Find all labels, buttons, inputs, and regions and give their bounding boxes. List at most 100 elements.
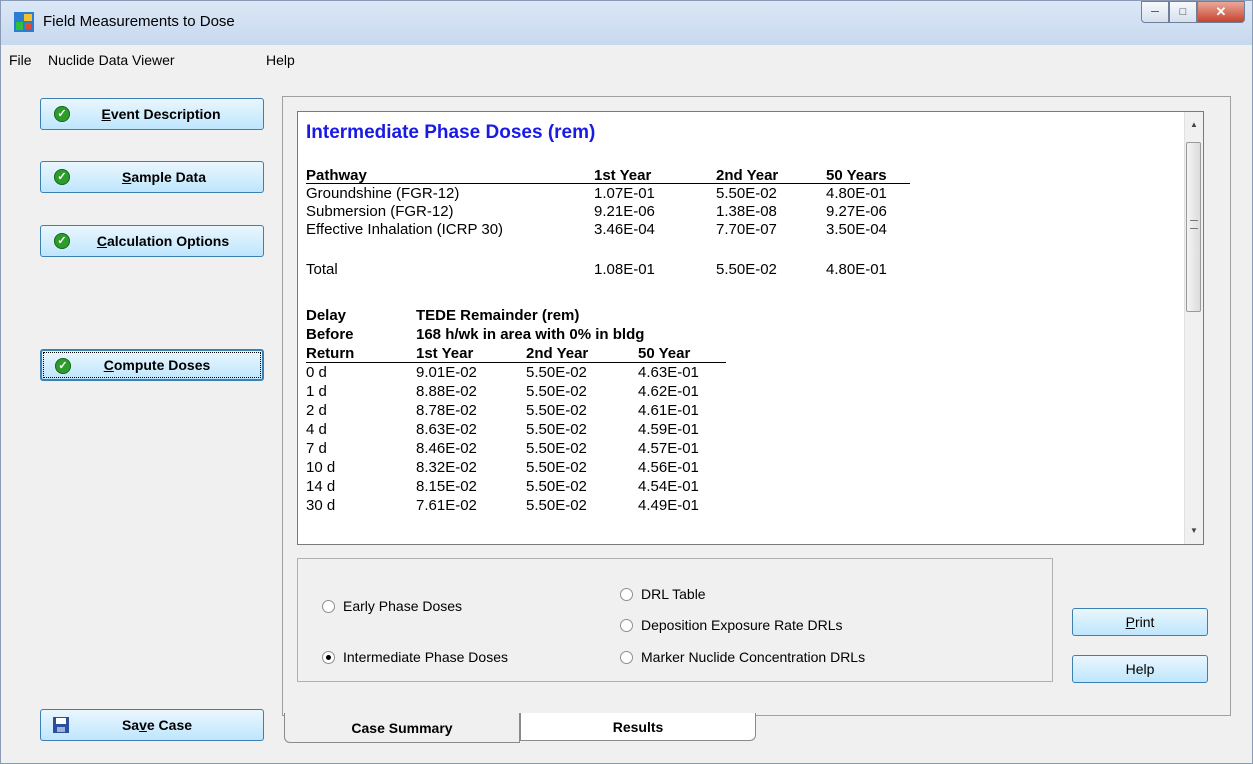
total-label: Total	[306, 261, 338, 278]
menu-file[interactable]: File	[9, 52, 32, 68]
calculation-options-button[interactable]: ✓ Calculation Options	[40, 225, 264, 257]
col-50-years-header: 50 Years	[826, 167, 887, 184]
window-title: Field Measurements to Dose	[43, 13, 235, 30]
pathway-name: Groundshine (FGR-12)	[306, 185, 460, 202]
delay-dose-cell: 4.61E-01	[638, 402, 699, 419]
pathway-value: 7.70E-07	[716, 221, 777, 238]
total-value: 1.08E-01	[594, 261, 655, 278]
occupancy-header: 168 h/wk in area with 0% in bldg	[416, 326, 645, 343]
delay-dose-cell: 5.50E-02	[526, 421, 587, 438]
delay-dose-cell: 4.62E-01	[638, 383, 699, 400]
delay-dose-cell: 5.50E-02	[526, 402, 587, 419]
tede-remainder-header: TEDE Remainder (rem)	[416, 307, 580, 324]
total-value: 4.80E-01	[826, 261, 887, 278]
delay-days-cell: 30 d	[306, 497, 336, 514]
delay-dose-cell: 5.50E-02	[526, 478, 587, 495]
delay-col-1st-year: 1st Year	[416, 345, 474, 362]
pathway-value: 5.50E-02	[716, 185, 777, 202]
delay-dose-cell: 5.50E-02	[526, 440, 587, 457]
report-options-group: Early Phase Doses Intermediate Phase Dos…	[297, 558, 1053, 682]
radio-marker-nuclide-concentration-drls[interactable]: Marker Nuclide Concentration DRLs	[620, 649, 865, 665]
delay-col-50-year: 50 Year	[638, 345, 691, 362]
delay-days-cell: 7 d	[306, 440, 327, 457]
delay-dose-cell: 9.01E-02	[416, 364, 477, 381]
radio-deposition-exposure-rate-drls[interactable]: Deposition Exposure Rate DRLs	[620, 617, 843, 633]
delay-dose-cell: 8.32E-02	[416, 459, 477, 476]
event-description-button[interactable]: ✓ Event Description	[40, 98, 264, 130]
delay-dose-cell: 4.63E-01	[638, 364, 699, 381]
col-2nd-year-header: 2nd Year	[716, 167, 779, 184]
report-scrollbar[interactable]: ▲ ▼	[1184, 112, 1203, 544]
delay-dose-cell: 4.57E-01	[638, 440, 699, 457]
menu-bar: File Nuclide Data Viewer Help	[1, 48, 1252, 72]
delay-dose-cell: 8.78E-02	[416, 402, 477, 419]
scroll-down-icon[interactable]: ▼	[1185, 526, 1203, 535]
total-value: 5.50E-02	[716, 261, 777, 278]
delay-col-2nd-year: 2nd Year	[526, 345, 589, 362]
app-window: Field Measurements to Dose ─ □ ✕ File Nu…	[0, 0, 1253, 764]
delay-dose-cell: 8.88E-02	[416, 383, 477, 400]
pathway-name: Effective Inhalation (ICRP 30)	[306, 221, 504, 238]
pathway-value: 3.50E-04	[826, 221, 887, 238]
header-underline	[306, 183, 910, 184]
delay-dose-cell: 4.56E-01	[638, 459, 699, 476]
pathway-name: Submersion (FGR-12)	[306, 203, 454, 220]
menu-nuclide-data-viewer[interactable]: Nuclide Data Viewer	[48, 52, 175, 68]
delay-dose-cell: 5.50E-02	[526, 497, 587, 514]
pathway-value: 4.80E-01	[826, 185, 887, 202]
window-controls: ─ □ ✕	[1141, 1, 1245, 23]
tab-results[interactable]: Results	[520, 713, 756, 741]
pathway-value: 3.46E-04	[594, 221, 655, 238]
delay-header: Delay	[306, 307, 347, 324]
maximize-icon[interactable]: □	[1169, 1, 1197, 23]
radio-dot	[620, 587, 633, 601]
scroll-up-icon[interactable]: ▲	[1185, 120, 1203, 129]
pathway-header: Pathway	[306, 167, 367, 184]
compute-doses-button[interactable]: ✓ Compute Doses	[40, 349, 264, 381]
delay-dose-cell: 8.15E-02	[416, 478, 477, 495]
radio-dot	[620, 650, 633, 664]
radio-dot-selected	[322, 650, 335, 664]
minimize-icon[interactable]: ─	[1141, 1, 1169, 23]
delay-dose-cell: 8.63E-02	[416, 421, 477, 438]
delay-dose-cell: 5.50E-02	[526, 383, 587, 400]
app-icon	[14, 12, 34, 32]
radio-dot	[322, 599, 335, 613]
pathway-value: 1.07E-01	[594, 185, 655, 202]
delay-header-underline	[306, 362, 726, 363]
delay-days-cell: 4 d	[306, 421, 327, 438]
title-bar: Field Measurements to Dose ─ □ ✕	[1, 1, 1252, 45]
report-view[interactable]: Intermediate Phase Doses (rem) Pathway 1…	[297, 111, 1204, 545]
pathway-value: 9.27E-06	[826, 203, 887, 220]
scroll-thumb[interactable]	[1186, 142, 1201, 312]
sample-data-button[interactable]: ✓ Sample Data	[40, 161, 264, 193]
grip-icon	[1190, 220, 1198, 229]
delay-dose-cell: 8.46E-02	[416, 440, 477, 457]
radio-intermediate-phase-doses[interactable]: Intermediate Phase Doses	[322, 649, 508, 665]
report-title: Intermediate Phase Doses (rem)	[306, 122, 596, 143]
delay-days-cell: 14 d	[306, 478, 336, 495]
status-bar	[1, 753, 1252, 763]
delay-days-cell: 0 d	[306, 364, 327, 381]
pathway-value: 1.38E-08	[716, 203, 777, 220]
radio-early-phase-doses[interactable]: Early Phase Doses	[322, 598, 462, 614]
close-icon[interactable]: ✕	[1197, 1, 1245, 23]
delay-days-cell: 1 d	[306, 383, 327, 400]
pathway-value: 9.21E-06	[594, 203, 655, 220]
col-1st-year-header: 1st Year	[594, 167, 652, 184]
save-case-button[interactable]: Save Case	[40, 709, 264, 741]
radio-dot	[620, 618, 633, 632]
return-header: Return	[306, 345, 355, 362]
help-button[interactable]: Help	[1072, 655, 1208, 683]
delay-dose-cell: 4.49E-01	[638, 497, 699, 514]
delay-dose-cell: 4.54E-01	[638, 478, 699, 495]
menu-help[interactable]: Help	[266, 52, 295, 68]
delay-dose-cell: 5.50E-02	[526, 459, 587, 476]
delay-dose-cell: 7.61E-02	[416, 497, 477, 514]
delay-dose-cell: 5.50E-02	[526, 364, 587, 381]
delay-dose-cell: 4.59E-01	[638, 421, 699, 438]
tab-case-summary[interactable]: Case Summary	[284, 713, 520, 743]
radio-drl-table[interactable]: DRL Table	[620, 586, 706, 602]
print-button[interactable]: Print	[1072, 608, 1208, 636]
delay-days-cell: 10 d	[306, 459, 336, 476]
